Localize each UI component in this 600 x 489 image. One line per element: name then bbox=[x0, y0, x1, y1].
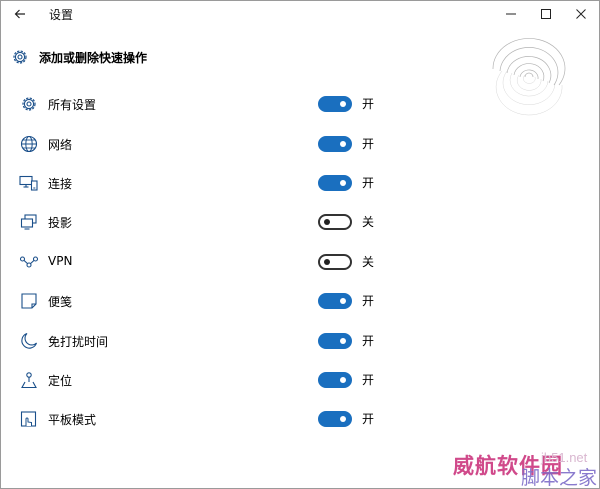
toggle-knob bbox=[324, 219, 330, 225]
back-button[interactable] bbox=[1, 1, 39, 27]
toggle-state-text: 开 bbox=[362, 412, 375, 426]
toggle-switch[interactable] bbox=[318, 333, 352, 349]
toggle-knob bbox=[340, 377, 346, 383]
devices-icon bbox=[18, 172, 40, 194]
toggle-knob bbox=[340, 416, 346, 422]
toggle-switch[interactable] bbox=[318, 96, 352, 112]
watermark-sub: 脚本之家 bbox=[521, 467, 598, 489]
toggle-switch[interactable] bbox=[318, 293, 352, 309]
toggle-knob bbox=[324, 259, 330, 265]
toggle-state-text: 开 bbox=[362, 176, 375, 190]
toggle-switch[interactable] bbox=[318, 175, 352, 191]
setting-row-vpn: VPN 关 bbox=[1, 249, 599, 275]
maximize-icon bbox=[541, 9, 551, 19]
toggle-knob bbox=[340, 338, 346, 344]
minimize-button[interactable] bbox=[496, 1, 526, 27]
gear-icon bbox=[18, 93, 40, 115]
toggle-switch[interactable] bbox=[318, 372, 352, 388]
toggle-switch[interactable] bbox=[318, 136, 352, 152]
maximize-button[interactable] bbox=[531, 1, 561, 27]
close-button[interactable] bbox=[566, 1, 596, 27]
toggle-state-text: 开 bbox=[362, 97, 375, 111]
location-icon bbox=[18, 369, 40, 391]
toggle-knob bbox=[340, 180, 346, 186]
toggle-switch[interactable] bbox=[318, 214, 352, 230]
setting-label: 投影 bbox=[48, 216, 73, 230]
setting-label: 便笺 bbox=[48, 295, 73, 309]
tablet-icon bbox=[18, 408, 40, 430]
toggle-knob bbox=[340, 298, 346, 304]
arrow-left-icon bbox=[14, 9, 25, 19]
setting-row-location: 定位 开 bbox=[1, 367, 599, 393]
toggle-state-text: 开 bbox=[362, 294, 375, 308]
toggle-switch[interactable] bbox=[318, 411, 352, 427]
toggle-knob bbox=[340, 141, 346, 147]
globe-icon bbox=[18, 133, 40, 155]
setting-label: VPN bbox=[48, 254, 73, 268]
setting-label: 定位 bbox=[48, 374, 73, 388]
setting-row-tablet-mode: 平板模式 开 bbox=[1, 406, 599, 432]
settings-window: 设置 添加或删除快速操作 所有设置 开 网络 开 连接 开 投影 关 VPN 关… bbox=[0, 0, 600, 489]
setting-row-note: 便笺 开 bbox=[1, 288, 599, 314]
setting-label: 所有设置 bbox=[48, 98, 97, 112]
title-bar: 设置 bbox=[1, 1, 599, 27]
gear-icon bbox=[9, 46, 31, 68]
section-header: 添加或删除快速操作 bbox=[9, 46, 147, 68]
setting-row-project: 投影 关 bbox=[1, 209, 599, 235]
toggle-switch[interactable] bbox=[318, 254, 352, 270]
close-icon bbox=[576, 9, 586, 19]
swirl-logo bbox=[492, 38, 566, 116]
setting-row-quiet-hours: 免打扰时间 开 bbox=[1, 328, 599, 354]
toggle-state-text: 开 bbox=[362, 373, 375, 387]
toggle-state-text: 开 bbox=[362, 137, 375, 151]
setting-label: 免打扰时间 bbox=[48, 335, 109, 349]
toggle-state-text: 开 bbox=[362, 334, 375, 348]
setting-label: 平板模式 bbox=[48, 413, 97, 427]
project-icon bbox=[18, 211, 40, 233]
setting-label: 连接 bbox=[48, 177, 73, 191]
toggle-state-text: 关 bbox=[362, 255, 375, 269]
note-icon bbox=[18, 290, 40, 312]
setting-label: 网络 bbox=[48, 138, 73, 152]
moon-icon bbox=[18, 330, 40, 352]
minimize-icon bbox=[506, 13, 516, 15]
page-title: 添加或删除快速操作 bbox=[39, 50, 148, 65]
toggle-knob bbox=[340, 101, 346, 107]
setting-row-network: 网络 开 bbox=[1, 131, 599, 157]
window-title: 设置 bbox=[49, 8, 74, 22]
toggle-state-text: 关 bbox=[362, 215, 375, 229]
vpn-icon bbox=[18, 251, 40, 273]
setting-row-connect: 连接 开 bbox=[1, 170, 599, 196]
